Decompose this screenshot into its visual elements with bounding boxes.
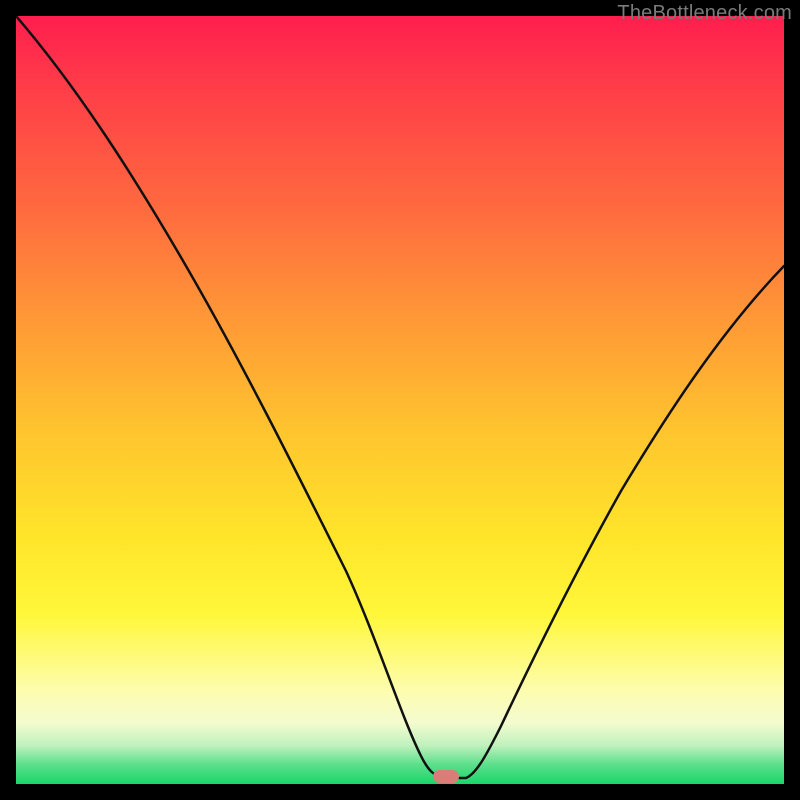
curve-path <box>16 16 784 778</box>
chart-frame: TheBottleneck.com <box>0 0 800 800</box>
plot-area <box>16 16 784 784</box>
watermark-text: TheBottleneck.com <box>617 2 792 25</box>
optimum-marker <box>433 770 459 783</box>
bottleneck-curve <box>16 16 784 784</box>
